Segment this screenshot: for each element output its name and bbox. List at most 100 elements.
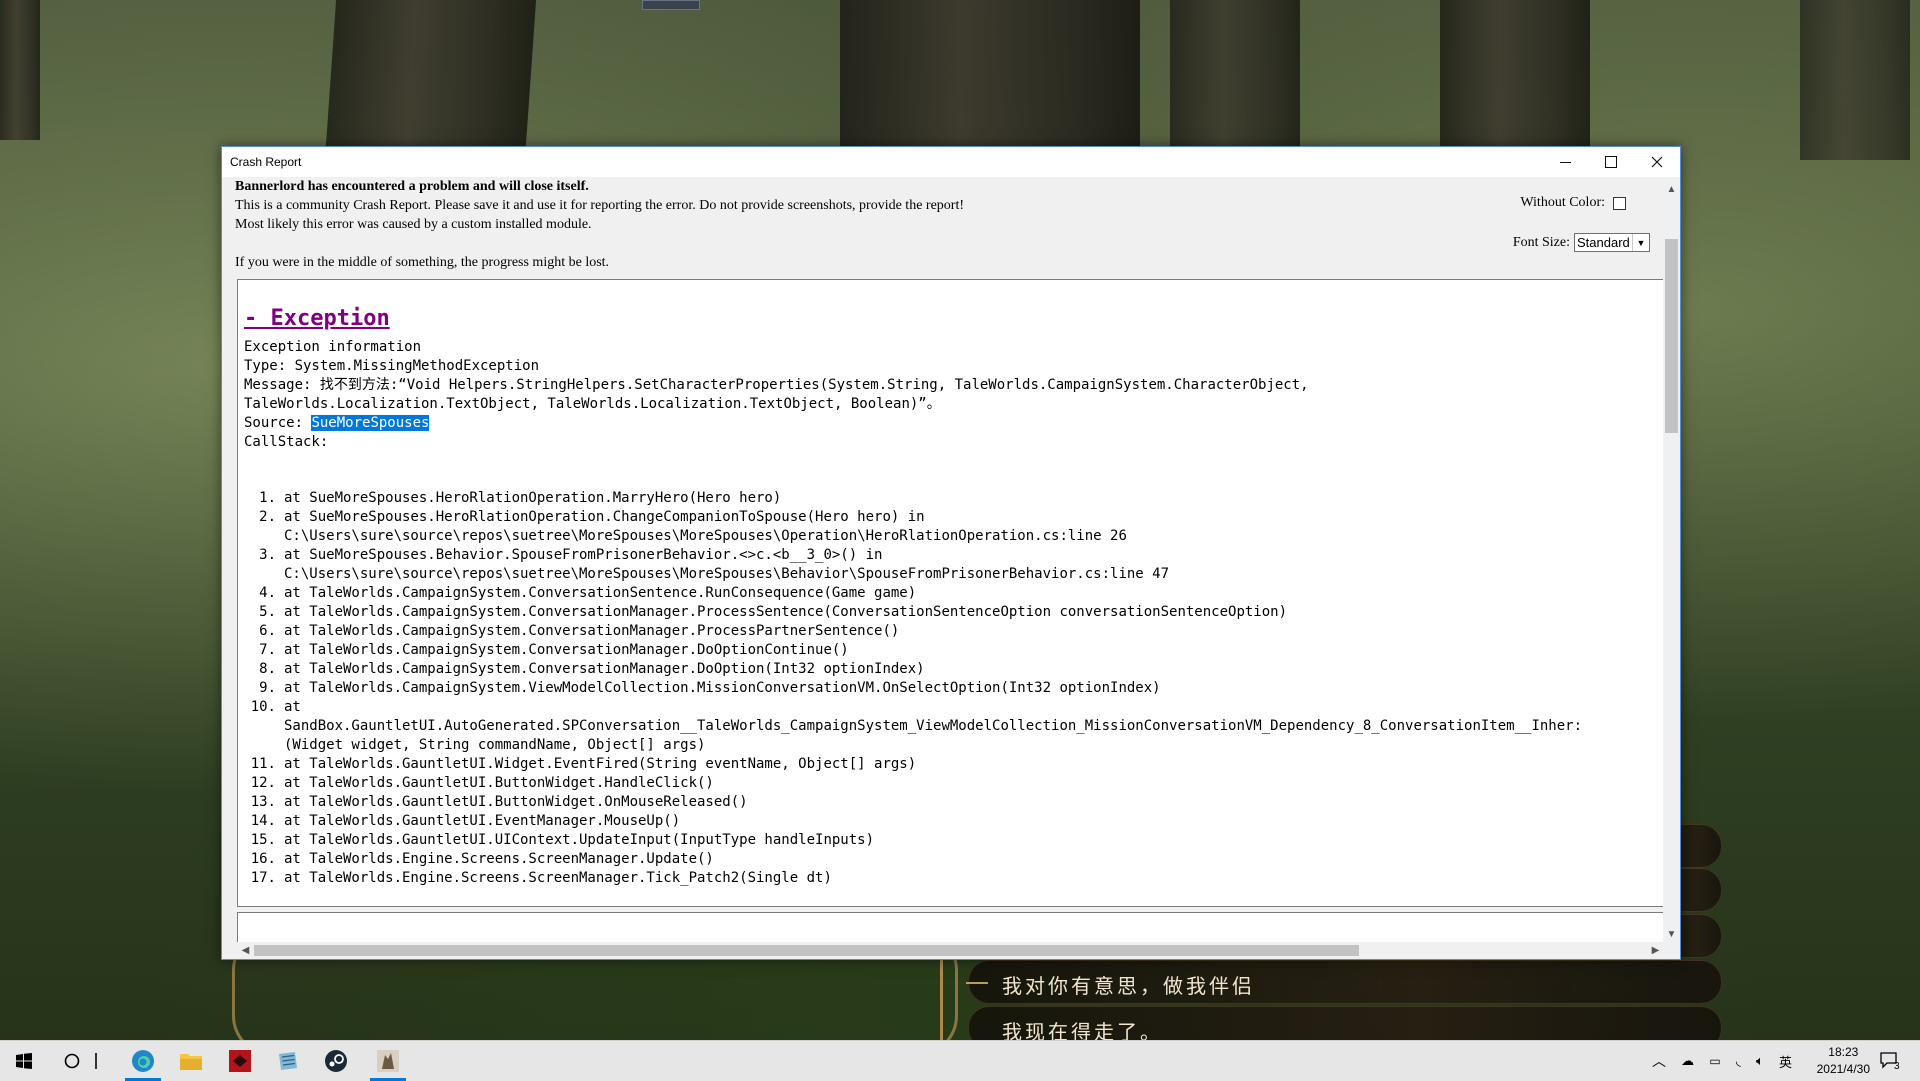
frame-number: 11. [250, 756, 276, 772]
frame-number: 3. [259, 547, 276, 563]
taskbar-app-editor[interactable] [264, 1041, 312, 1081]
callstack-list: 1. at SueMoreSpouses.HeroRlationOperation… [244, 489, 1582, 888]
window-title: Crash Report [230, 155, 302, 169]
frame-number: 7. [259, 642, 276, 658]
frame-number [244, 565, 284, 584]
maximize-button[interactable] [1588, 147, 1634, 177]
taskbar-app-game-launcher[interactable] [216, 1041, 264, 1081]
search-circle-icon [64, 1053, 80, 1069]
frame-text: at TaleWorlds.GauntletUI.UIContext.Updat… [284, 832, 875, 848]
top-hud-slot [642, 0, 700, 10]
frame-number: 14. [250, 813, 276, 829]
report-text-box[interactable] [237, 912, 1666, 943]
frame-text: at SueMoreSpouses.Behavior.SpouseFromPri… [284, 547, 883, 563]
frame-number: 15. [250, 832, 276, 848]
frame-number: 12. [250, 775, 276, 791]
title-bar[interactable]: Crash Report [222, 147, 1680, 177]
callstack-frame: (Widget widget, String commandName, Obje… [244, 736, 1582, 755]
volume-icon[interactable]: 🔈︎ [1756, 1053, 1764, 1069]
scroll-left-icon[interactable]: ◀ [237, 942, 254, 959]
frame-text: at TaleWorlds.Engine.Screens.ScreenManag… [284, 851, 714, 867]
callstack-frame: 13. at TaleWorlds.GauntletUI.ButtonWidget… [244, 793, 1582, 812]
scroll-right-icon[interactable]: ▶ [1647, 942, 1664, 959]
report-content[interactable]: - Exception Exception information Type: … [237, 279, 1666, 907]
scroll-up-icon[interactable]: ▲ [1663, 181, 1680, 198]
taskbar-app-bannerlord[interactable] [364, 1041, 412, 1081]
callstack-frame: C:\Users\sure\source\repos\suetree\MoreS… [244, 565, 1582, 584]
wifi-icon[interactable]: ◟ [1736, 1053, 1741, 1069]
font-size-label: Font Size: [1512, 234, 1570, 250]
exception-message-line: Message: 找不到方法:“Void Helpers.StringHelpe… [244, 377, 1309, 393]
frame-text: at TaleWorlds.GauntletUI.ButtonWidget.Ha… [284, 775, 714, 791]
task-view-button[interactable] [84, 1041, 108, 1081]
without-color-checkbox[interactable] [1613, 196, 1626, 210]
callstack-label: CallStack: [244, 434, 329, 450]
exception-message-line: TaleWorlds.Localization.TextObject, Tale… [244, 396, 941, 412]
callstack-frame: 16. at TaleWorlds.Engine.Screens.ScreenMa… [244, 850, 1582, 869]
font-size-select[interactable]: Standard ▼ [1574, 233, 1650, 252]
frame-text: C:\Users\sure\source\repos\suetree\MoreS… [284, 566, 1170, 582]
callstack-frame: 14. at TaleWorlds.GauntletUI.EventManager… [244, 812, 1582, 831]
frame-text: at SueMoreSpouses.HeroRlationOperation.C… [284, 509, 925, 525]
frame-text: C:\Users\sure\source\repos\suetree\MoreS… [284, 528, 1127, 544]
vertical-scroll-thumb[interactable] [1665, 239, 1678, 433]
taskbar: ︿ ☁ ▭ ◟ 🔈︎ 英 18:23 2021/4/30 3 [0, 1040, 1920, 1081]
frame-number: 1. [259, 490, 276, 506]
frame-number [244, 736, 284, 755]
callstack-frame: 17. at TaleWorlds.Engine.Screens.ScreenMa… [244, 869, 1582, 888]
clock-time: 18:23 [1828, 1045, 1859, 1059]
frame-number: 6. [259, 623, 276, 639]
frame-text: at TaleWorlds.GauntletUI.ButtonWidget.On… [284, 794, 748, 810]
steam-icon [325, 1050, 347, 1072]
ime-indicator[interactable]: 英 [1779, 1052, 1792, 1071]
clock-date: 2021/4/30 [1816, 1062, 1870, 1076]
task-view-icon [95, 1053, 97, 1069]
edge-icon [132, 1050, 154, 1072]
cloud-icon[interactable]: ☁ [1681, 1053, 1694, 1069]
horizontal-scroll-thumb[interactable] [254, 945, 1359, 956]
exception-info-label: Exception information [244, 339, 422, 355]
callstack-frame: 8. at TaleWorlds.CampaignSystem.Conversat… [244, 660, 1582, 679]
callstack-frame: 1. at SueMoreSpouses.HeroRlationOperation… [244, 489, 1582, 508]
clock[interactable]: 18:23 2021/4/30 [1817, 1044, 1870, 1078]
taskbar-app-steam[interactable] [312, 1041, 360, 1081]
chevron-down-icon: ▼ [1632, 234, 1649, 251]
exception-source: Source: SueMoreSpouses [244, 414, 430, 433]
frame-number: 16. [250, 851, 276, 867]
frame-text: at TaleWorlds.Engine.Screens.ScreenManag… [284, 870, 832, 886]
notification-center-button[interactable]: 3 [1880, 1041, 1900, 1081]
crash-headline: Bannerlord has encountered a problem and… [235, 179, 589, 194]
callstack-frame: 9. at TaleWorlds.CampaignSystem.ViewModel… [244, 679, 1582, 698]
close-button[interactable] [1634, 147, 1680, 177]
frame-number: 2. [259, 509, 276, 525]
callstack-frame: 11. at TaleWorlds.GauntletUI.Widget.Event… [244, 755, 1582, 774]
exception-section-toggle[interactable]: - Exception [244, 306, 390, 331]
battery-icon[interactable]: ▭ [1709, 1054, 1720, 1068]
horizontal-scrollbar[interactable]: ◀ ▶ [237, 942, 1664, 959]
crash-header: Bannerlord has encountered a problem and… [235, 177, 1435, 272]
frame-text: at SueMoreSpouses.HeroRlationOperation.M… [284, 490, 782, 506]
callstack-frame: 15. at TaleWorlds.GauntletUI.UIContext.Up… [244, 831, 1582, 850]
windows-logo-icon [16, 1053, 32, 1069]
taskbar-app-file-explorer[interactable] [167, 1041, 215, 1081]
chevron-up-icon[interactable]: ︿ [1652, 1051, 1666, 1071]
frame-text: SandBox.GauntletUI.AutoGenerated.SPConve… [284, 718, 1583, 734]
frame-text: at TaleWorlds.CampaignSystem.ViewModelCo… [284, 680, 1161, 696]
frame-number: 17. [250, 870, 276, 886]
app-notepad-icon [279, 1052, 297, 1070]
display-options: Without Color: Font Size: Standard ▼ [1513, 195, 1650, 252]
frame-text: (Widget widget, String commandName, Obje… [284, 737, 706, 753]
callstack-frame: 10. at [244, 698, 1582, 717]
minimize-icon [1559, 161, 1571, 163]
callstack-frame: 4. at TaleWorlds.CampaignSystem.Conversat… [244, 584, 1582, 603]
scroll-down-icon[interactable]: ▼ [1663, 926, 1680, 943]
source-value-selected[interactable]: SueMoreSpouses [311, 415, 430, 431]
minimize-button[interactable] [1542, 147, 1588, 177]
frame-text: at TaleWorlds.CampaignSystem.Conversatio… [284, 623, 900, 639]
start-button[interactable] [0, 1041, 48, 1081]
without-color-label: Without Color: [1520, 195, 1605, 210]
taskbar-app-edge[interactable] [119, 1041, 167, 1081]
crash-cause: Most likely this error was caused by a c… [235, 217, 592, 232]
frame-number: 9. [259, 680, 276, 696]
vertical-scrollbar[interactable]: ▲ ▼ [1663, 177, 1680, 943]
